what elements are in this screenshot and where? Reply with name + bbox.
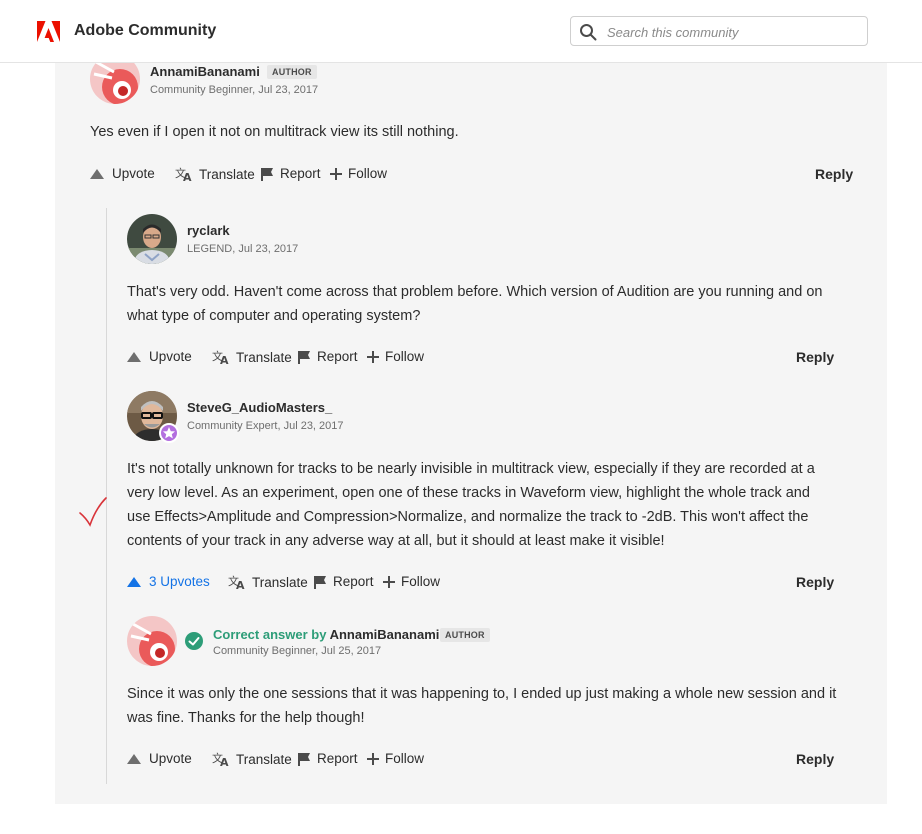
flag-icon	[298, 752, 310, 766]
avatar[interactable]	[127, 214, 177, 264]
correct-answer-heading: Correct answer by AnnamiBananami	[213, 627, 439, 642]
report-label: Report	[333, 574, 374, 589]
post-body: Since it was only the one sessions that …	[127, 686, 837, 726]
translate-label: Translate	[236, 751, 292, 767]
follow-label: Follow	[385, 751, 425, 766]
search-box[interactable]	[570, 16, 868, 46]
avatar[interactable]	[127, 616, 177, 666]
svg-text:A: A	[183, 171, 192, 182]
svg-text:A: A	[236, 579, 245, 590]
checkmark-icon	[188, 637, 200, 646]
follow-button[interactable]: Follow	[330, 166, 387, 181]
upvote-label: Upvote	[149, 751, 192, 766]
follow-label: Follow	[348, 166, 388, 181]
plus-icon	[367, 752, 379, 765]
report-button[interactable]: Report	[297, 349, 358, 364]
upvote-label: Upvote	[112, 166, 155, 181]
search-input[interactable]	[605, 21, 859, 43]
plus-icon	[330, 167, 342, 180]
translate-icon: 文A	[212, 349, 229, 365]
correct-answer-label: Correct answer by	[213, 627, 327, 642]
post-meta: LEGEND, Jul 23, 2017	[187, 243, 299, 255]
translate-icon: 文A	[228, 574, 245, 590]
author-badge: AUTHOR	[267, 65, 317, 79]
follow-button[interactable]: Follow	[383, 574, 440, 589]
upvote-arrow-icon	[127, 576, 141, 587]
follow-button[interactable]: Follow	[367, 751, 424, 766]
post-body: That's very odd. Haven't come across tha…	[127, 284, 823, 324]
follow-label: Follow	[385, 349, 425, 364]
plus-icon	[383, 575, 395, 588]
upvote-button[interactable]: Upvote	[127, 751, 192, 766]
site-header: Adobe Community	[0, 0, 922, 63]
translate-button[interactable]: 文A Translate	[212, 751, 292, 767]
post-body: Yes even if I open it not on multitrack …	[90, 124, 459, 140]
reply-button[interactable]: Reply	[796, 751, 834, 767]
star-icon	[163, 427, 175, 439]
svg-text:A: A	[220, 354, 229, 365]
flag-icon	[314, 575, 326, 589]
upvote-arrow-icon	[127, 753, 141, 764]
post-author[interactable]: AnnamiBananami	[150, 64, 260, 79]
translate-icon: 文A	[175, 166, 192, 182]
post-meta: Community Beginner, Jul 23, 2017	[150, 84, 319, 96]
follow-label: Follow	[401, 574, 441, 589]
post-author[interactable]: SteveG_AudioMasters_	[187, 400, 332, 415]
reply-button[interactable]: Reply	[796, 349, 834, 365]
post-meta: Community Beginner, Jul 25, 2017	[213, 645, 382, 657]
translate-icon: 文A	[212, 751, 229, 767]
post-author[interactable]: AnnamiBananami	[330, 627, 440, 642]
author-badge: AUTHOR	[440, 628, 490, 642]
translate-label: Translate	[199, 166, 255, 182]
upvote-button[interactable]: Upvote	[127, 349, 192, 364]
report-label: Report	[280, 166, 321, 181]
post-body: It's not totally unknown for tracks to b…	[127, 461, 815, 549]
community-expert-badge	[159, 423, 179, 443]
reply-button[interactable]: Reply	[815, 166, 853, 182]
plus-icon	[367, 350, 379, 363]
svg-text:A: A	[220, 756, 229, 767]
flag-icon	[261, 167, 273, 181]
upvote-button[interactable]: Upvote	[90, 166, 155, 181]
report-button[interactable]: Report	[297, 751, 358, 766]
translate-label: Translate	[236, 349, 292, 365]
adobe-logo-icon[interactable]	[37, 21, 60, 42]
upvote-arrow-icon	[90, 168, 104, 179]
upvote-button[interactable]: 3 Upvotes	[127, 574, 210, 589]
search-icon[interactable]	[579, 23, 597, 41]
report-label: Report	[317, 751, 358, 766]
upvote-arrow-icon	[127, 351, 141, 362]
follow-button[interactable]: Follow	[367, 349, 424, 364]
report-button[interactable]: Report	[260, 166, 321, 181]
post-meta: Community Expert, Jul 23, 2017	[187, 420, 344, 432]
report-button[interactable]: Report	[313, 574, 374, 589]
translate-button[interactable]: 文A Translate	[175, 166, 255, 182]
reply-button[interactable]: Reply	[796, 574, 834, 590]
site-brand[interactable]: Adobe Community	[74, 22, 216, 40]
user-avatar-image	[127, 214, 177, 264]
user-avatar-image	[127, 616, 177, 666]
report-label: Report	[317, 349, 358, 364]
handwritten-checkmark-icon	[79, 497, 107, 527]
upvote-count: 3 Upvotes	[149, 574, 210, 589]
translate-button[interactable]: 文A Translate	[212, 349, 292, 365]
flag-icon	[298, 350, 310, 364]
correct-answer-icon	[185, 632, 203, 650]
translate-label: Translate	[252, 574, 308, 590]
upvote-label: Upvote	[149, 349, 192, 364]
translate-button[interactable]: 文A Translate	[228, 574, 308, 590]
post-author[interactable]: ryclark	[187, 223, 230, 238]
